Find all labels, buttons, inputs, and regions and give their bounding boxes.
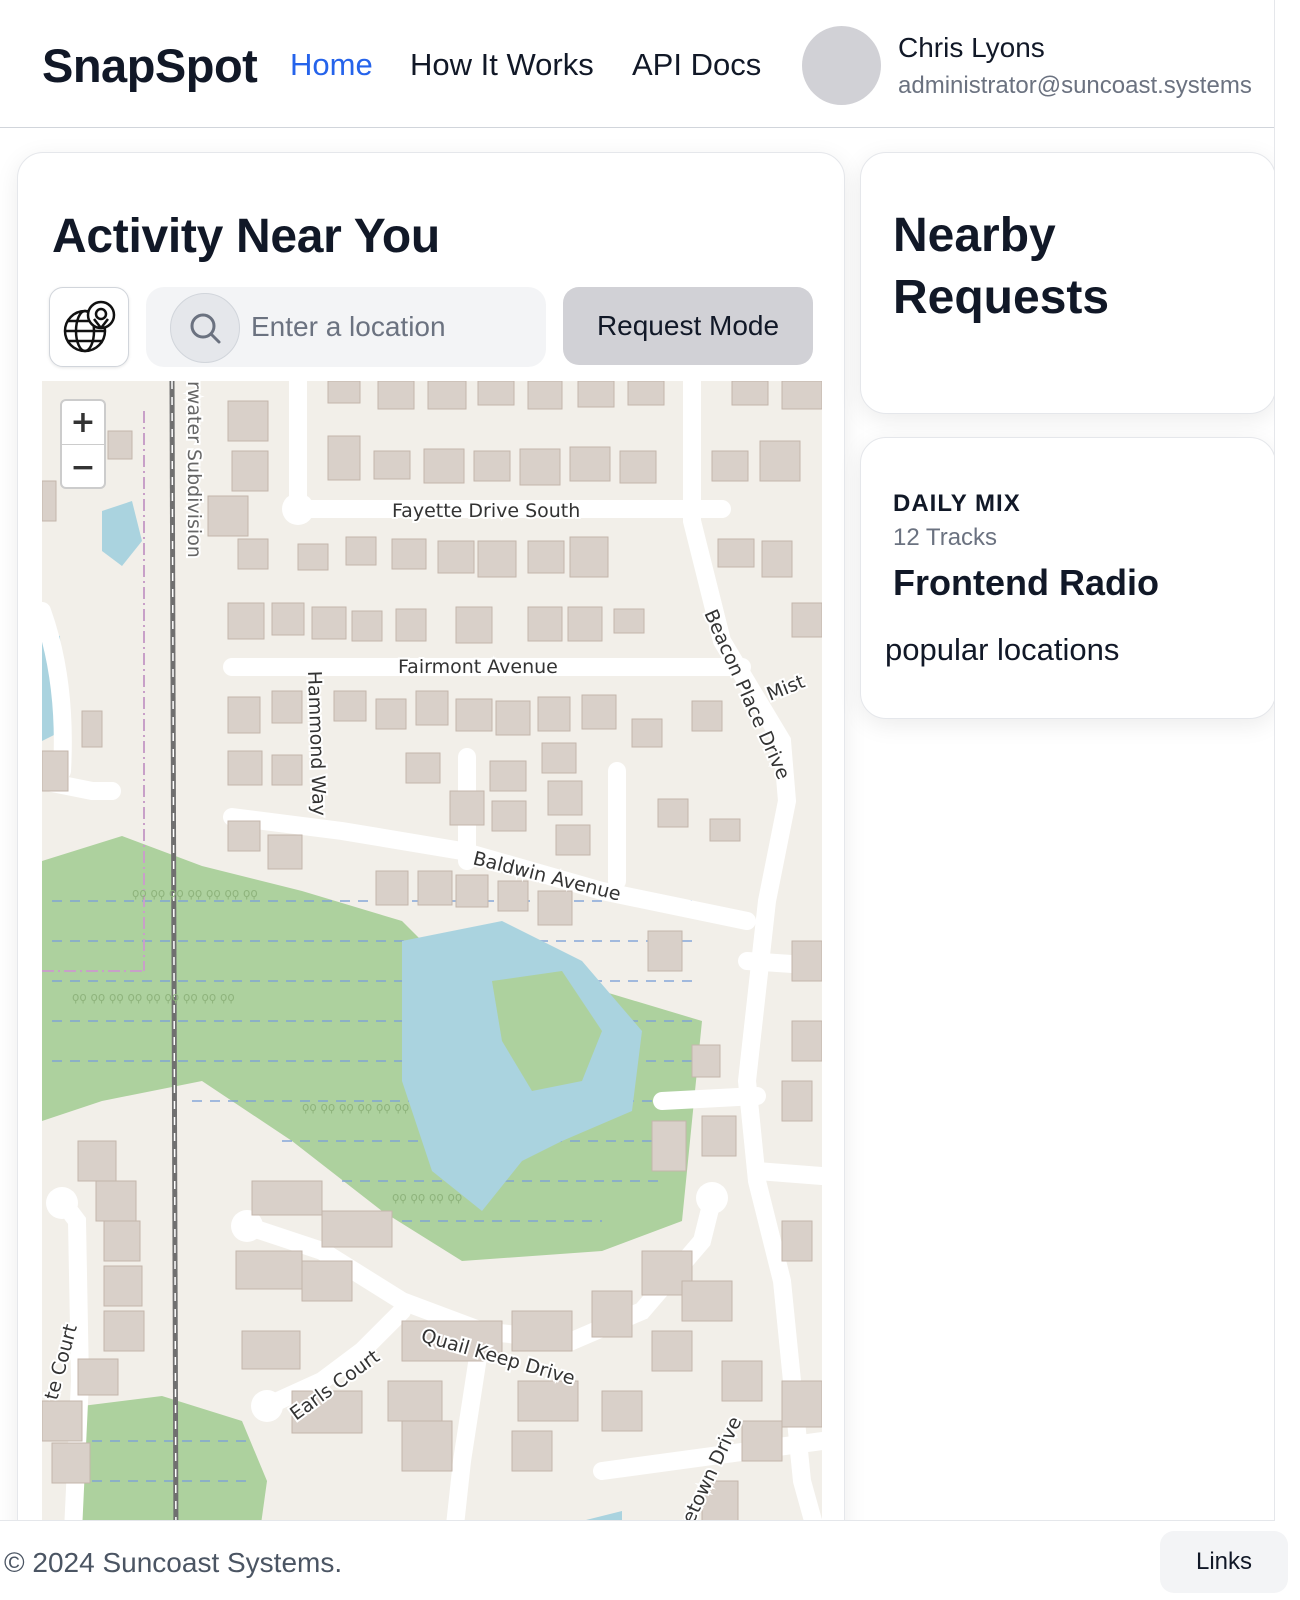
street-label-subdivision: rwater Subdivision [183, 381, 205, 558]
footer: © 2024 Suncoast Systems. Links [0, 1520, 1288, 1600]
nav-api-docs[interactable]: API Docs [632, 47, 761, 83]
zoom-out-icon[interactable]: − [62, 445, 104, 489]
request-mode-button[interactable]: Request Mode [563, 287, 813, 365]
search-button[interactable] [170, 293, 240, 363]
user-name: Chris Lyons [898, 32, 1045, 63]
mix-label: DAILY MIX [893, 490, 1021, 517]
page-title: Activity Near You [52, 210, 440, 263]
map-tiles[interactable]: ϙϙ ϙϙ ϙϙ ϙϙ ϙϙ ϙϙ ϙϙ ϙϙ ϙϙ ϙϙ ϙϙ ϙϙ ϙϙ ϙ… [42, 381, 822, 1552]
svg-text:ϙϙ ϙϙ ϙϙ ϙϙ ϙϙ ϙϙ ϙϙ ϙϙ ϙϙ: ϙϙ ϙϙ ϙϙ ϙϙ ϙϙ ϙϙ ϙϙ ϙϙ ϙϙ [72, 990, 235, 1004]
top-header: SnapSpot Home How It Works API Docs Chri… [0, 0, 1274, 128]
search-bar [146, 287, 546, 367]
nav-home[interactable]: Home [290, 47, 373, 83]
nearby-requests-title: Nearby Requests [893, 209, 1110, 324]
activity-map[interactable]: ϙϙ ϙϙ ϙϙ ϙϙ ϙϙ ϙϙ ϙϙ ϙϙ ϙϙ ϙϙ ϙϙ ϙϙ ϙϙ ϙ… [42, 381, 822, 1552]
mix-description: popular locations [885, 632, 1120, 667]
location-search-input[interactable] [251, 305, 531, 349]
nearby-requests-card: Nearby Requests [860, 152, 1274, 414]
globe-location-button[interactable] [49, 287, 129, 367]
mix-track-count: 12 Tracks [893, 524, 998, 551]
daily-mix-card[interactable]: DAILY MIX 12 Tracks Frontend Radio popul… [860, 437, 1274, 719]
avatar[interactable] [802, 26, 881, 105]
app-frame: SnapSpot Home How It Works API Docs Chri… [0, 0, 1275, 1600]
search-icon [190, 313, 221, 344]
street-label-mist: Mist [764, 671, 808, 706]
zoom-in-icon[interactable]: + [62, 401, 104, 445]
street-label-fairmont: Fairmont Avenue [398, 656, 558, 678]
brand-logo[interactable]: SnapSpot [42, 38, 258, 93]
activity-card: Activity Near You Enter a location Reque… [17, 152, 845, 1552]
svg-text:ϙϙ ϙϙ ϙϙ ϙϙ: ϙϙ ϙϙ ϙϙ ϙϙ [392, 1190, 462, 1204]
svg-text:ϙϙ ϙϙ ϙϙ ϙϙ ϙϙ ϙϙ ϙϙ: ϙϙ ϙϙ ϙϙ ϙϙ ϙϙ ϙϙ ϙϙ [132, 886, 258, 900]
mix-title[interactable]: Frontend Radio [893, 562, 1159, 604]
street-label-hammond: Hammond Way [303, 670, 330, 816]
links-button[interactable]: Links [1160, 1531, 1288, 1593]
nav-how-it-works[interactable]: How It Works [410, 47, 594, 83]
svg-text:ϙϙ ϙϙ ϙϙ ϙϙ ϙϙ ϙϙ: ϙϙ ϙϙ ϙϙ ϙϙ ϙϙ ϙϙ [302, 1100, 409, 1114]
user-email: administrator@suncoast.systems [898, 72, 1252, 99]
street-label-fayette: Fayette Drive South [392, 500, 580, 522]
map-zoom-control: + − [60, 399, 106, 489]
globe-pin-icon [63, 300, 116, 353]
copyright-text: © 2024 Suncoast Systems. [4, 1547, 343, 1578]
